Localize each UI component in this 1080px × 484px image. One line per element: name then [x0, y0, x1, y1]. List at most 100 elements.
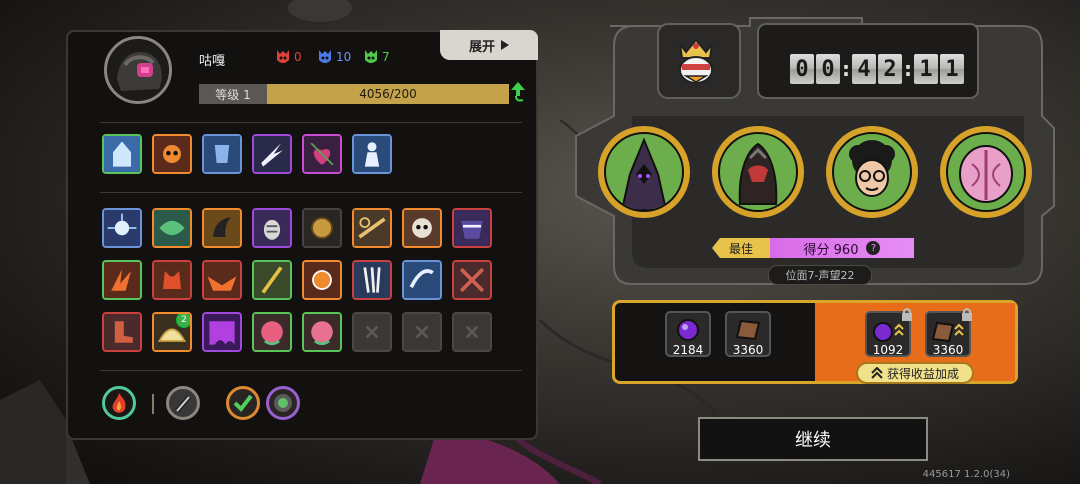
spark-ball-item[interactable] — [102, 208, 142, 248]
player-name: 咕嘎 — [199, 54, 226, 69]
expand-button[interactable]: 展开 — [440, 30, 538, 60]
blue-armor-icon — [204, 136, 240, 172]
masked-face-icon — [454, 210, 490, 246]
bonus-card-value: 3360 — [932, 343, 964, 357]
red-mask-counter: 0 — [276, 46, 302, 68]
character-slot-4[interactable] — [940, 126, 1032, 218]
flame-skill-slot[interactable] — [102, 386, 136, 420]
white-claws-item[interactable] — [352, 260, 392, 300]
flame-cat-item[interactable] — [152, 260, 192, 300]
separator — [152, 394, 154, 414]
golden-dome-item[interactable]: 2 — [152, 312, 192, 352]
gold-lance-item[interactable] — [252, 260, 292, 300]
level-badge: 2 — [176, 314, 190, 328]
green-check-icon — [233, 394, 253, 413]
best-score-label: 最佳 — [712, 238, 770, 258]
whirl-beam-item[interactable] — [352, 208, 392, 248]
divider — [100, 370, 522, 371]
character-slot-1[interactable] — [598, 126, 690, 218]
continue-button[interactable]: 继续 — [698, 417, 928, 461]
lock-icon — [962, 308, 972, 321]
flame-cat-icon — [154, 262, 190, 298]
empty-x-icon — [415, 325, 429, 339]
divider — [100, 192, 522, 193]
blue-mask-icon — [319, 50, 331, 63]
dagger-slot[interactable] — [166, 386, 200, 420]
fire-amulet-item[interactable] — [302, 260, 342, 300]
shield-slot[interactable] — [266, 386, 300, 420]
pink-brain-2-item[interactable] — [302, 312, 342, 352]
lightning-slash-icon — [254, 136, 290, 172]
pink-brain-item[interactable] — [252, 312, 292, 352]
blue-dash-icon — [404, 262, 440, 298]
trinkets-row — [102, 208, 492, 248]
gold-horn-item[interactable] — [202, 208, 242, 248]
purple-grenade-item[interactable] — [252, 208, 292, 248]
flame-icon — [112, 393, 126, 413]
run-timer: 0 0 : 4 2 : 1 1 — [790, 54, 966, 84]
flame-skull-icon — [154, 136, 190, 172]
empty-slot — [352, 312, 392, 352]
timer-digit: 1 — [914, 54, 938, 84]
timer-digit: 4 — [852, 54, 876, 84]
character-slot-3[interactable] — [826, 126, 918, 218]
fire-claw-item[interactable] — [102, 260, 142, 300]
bonus-orb-value: 1092 — [872, 343, 904, 357]
sword-check-slot[interactable] — [226, 386, 260, 420]
green-mask-icon — [365, 50, 377, 63]
gold-coin-item[interactable] — [302, 208, 342, 248]
gold-coin-icon — [304, 210, 340, 246]
fire-skull-icon — [404, 210, 440, 246]
green-shield-icon — [274, 394, 292, 412]
flame-skull-item[interactable] — [152, 134, 192, 174]
crossed-swords-item[interactable] — [452, 260, 492, 300]
gold-horn-icon — [204, 210, 240, 246]
empty-x-icon — [465, 325, 479, 339]
blue-armor-item[interactable] — [202, 134, 242, 174]
double-chevron-up-icon — [871, 367, 883, 379]
pink-brain-icon — [254, 314, 290, 350]
character-slot-2[interactable] — [712, 126, 804, 218]
ghost-figure-icon — [354, 136, 390, 172]
player-avatar[interactable] — [104, 36, 172, 104]
purple-grenade-icon — [254, 210, 290, 246]
divider — [100, 122, 522, 123]
purple-slime-icon — [204, 314, 240, 350]
timer-colon: : — [842, 57, 850, 81]
timer-digit: 0 — [816, 54, 840, 84]
help-icon[interactable]: ? — [866, 241, 881, 255]
ghost-figure-item[interactable] — [352, 134, 392, 174]
blue-mask-counter: 10 — [318, 46, 351, 68]
thorn-heart-icon — [304, 136, 340, 172]
green-splash-item[interactable] — [152, 208, 192, 248]
lightning-slash-item[interactable] — [252, 134, 292, 174]
pink-creature-icon — [959, 145, 1013, 203]
thorn-heart-item[interactable] — [302, 134, 342, 174]
red-mask-count: 0 — [294, 50, 302, 64]
masked-face-item[interactable] — [452, 208, 492, 248]
score-text: 得分 960 — [803, 242, 859, 258]
trinkets-row: 2 — [102, 312, 492, 352]
level-up-arrow-icon[interactable] — [511, 82, 525, 102]
ice-temple-item[interactable] — [102, 134, 142, 174]
trinkets-row — [102, 260, 492, 300]
crowned-duck-icon — [679, 38, 713, 84]
character-panel: 咕嘎 0 10 7 展开 等级 1 4056/200 2 — [66, 30, 538, 440]
fire-claw-icon — [104, 262, 140, 298]
skills-row — [102, 134, 392, 174]
green-mask-count: 7 — [382, 50, 390, 64]
afro-kid-icon — [849, 140, 895, 197]
play-arrow-icon — [501, 40, 509, 50]
red-boot-item[interactable] — [102, 312, 142, 352]
empty-slot — [452, 312, 492, 352]
timer-colon: : — [904, 57, 912, 81]
blue-dash-item[interactable] — [402, 260, 442, 300]
dark-robed-figure-icon — [620, 137, 668, 210]
score-display: 得分 960 ? — [770, 238, 914, 258]
fire-bat-icon — [204, 262, 240, 298]
purple-slime-item[interactable] — [202, 312, 242, 352]
fire-bat-item[interactable] — [202, 260, 242, 300]
bonus-income-button[interactable]: 获得收益加成 — [856, 362, 974, 384]
pink-brain-2-icon — [304, 314, 340, 350]
fire-skull-item[interactable] — [402, 208, 442, 248]
